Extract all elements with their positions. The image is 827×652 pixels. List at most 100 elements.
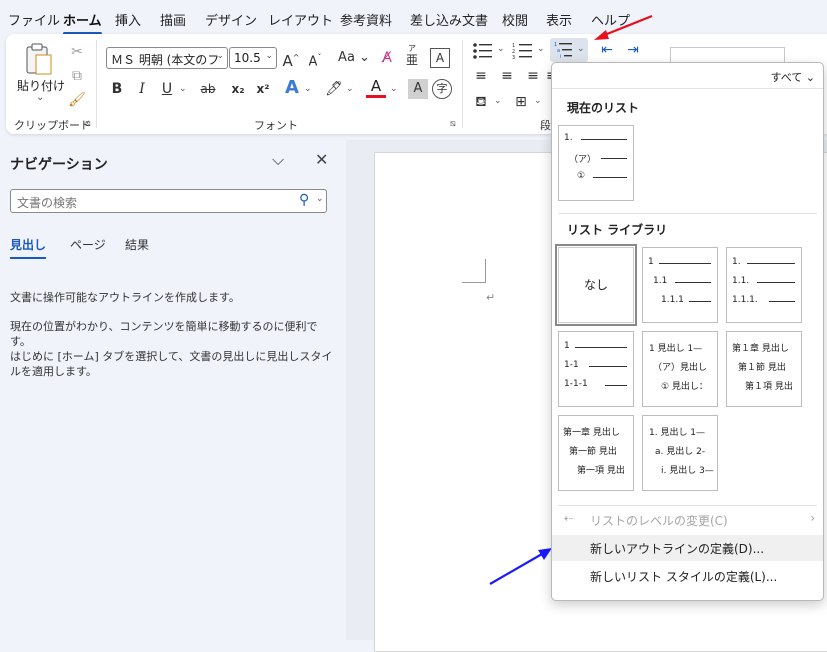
menu-view[interactable]: 表示 — [546, 10, 572, 29]
borders-icon[interactable]: ⊞ — [512, 92, 530, 112]
filter-dropdown[interactable]: すべて ⌄ — [770, 69, 815, 85]
clipboard-launcher-icon[interactable]: ⧅ — [85, 119, 91, 129]
change-list-level-item[interactable]: ⇠ リストのレベルの変更(C) › — [552, 507, 823, 533]
menu-insert[interactable]: 挿入 — [115, 10, 141, 29]
nav-help-text-2: 現在の位置がわかり、コンテンツを簡単に移動するのに便利です。 — [10, 320, 318, 348]
align-left-icon[interactable]: ≡ — [472, 66, 490, 86]
font-launcher-icon[interactable]: ⧅ — [450, 119, 456, 129]
list-library-tile[interactable]: 1 見出し 1— （ア）見出し ① 見出し： — [642, 331, 718, 407]
filter-label: すべて — [770, 71, 803, 84]
tile-line — [593, 177, 627, 178]
grow-font-icon[interactable]: A^ — [282, 48, 300, 70]
ruby-icon[interactable]: ア 亜 — [404, 44, 420, 67]
align-right-icon[interactable]: ≡ — [524, 66, 542, 86]
chevron-down-icon[interactable]: ⌄ — [494, 96, 502, 106]
underline-button[interactable]: U — [159, 79, 175, 99]
tile-level-3: 1.1.1. — [732, 295, 758, 305]
clipboard-group-label: クリップボード — [14, 119, 91, 132]
paste-icon[interactable] — [24, 42, 54, 78]
highlight-icon[interactable]: 🖊 — [324, 79, 344, 99]
current-list-tile[interactable]: 1. （ア） ① — [558, 125, 634, 201]
tile-level-1: 第１章 見出し — [732, 344, 789, 354]
chevron-down-icon[interactable]: ⌵ — [272, 150, 284, 170]
menu-design[interactable]: デザイン — [205, 10, 257, 29]
superscript-button[interactable]: x² — [253, 79, 273, 99]
chevron-down-icon[interactable]: ⌄ — [346, 84, 354, 94]
divider — [558, 505, 817, 506]
font-group-label: フォント — [254, 119, 298, 132]
subscript-button[interactable]: x₂ — [228, 79, 248, 99]
nav-help-text-1: 文書に操作可能なアウトラインを作成します。 — [10, 291, 240, 304]
align-center-icon[interactable]: ≡ — [498, 66, 516, 86]
strikethrough-button[interactable]: ab — [198, 79, 218, 99]
chevron-down-icon[interactable]: ⌄ — [304, 84, 312, 94]
define-new-multilevel-list-label: 新しいアウトラインの定義(D)... — [590, 542, 765, 556]
nav-help-text-3: はじめに [ホーム] タブを選択して、文書の見出しに見出しスタイルを適用します。 — [10, 350, 333, 378]
search-icon[interactable]: ⚲ — [299, 192, 309, 208]
format-painter-icon[interactable]: 🖌 — [68, 90, 86, 110]
shrink-font-icon[interactable]: Aˇ — [306, 48, 324, 69]
tile-line — [757, 282, 795, 283]
multilevel-list-button[interactable]: 1 a i ⌄ — [550, 38, 588, 62]
list-library-tile[interactable]: 1. 見出し 1— a. 見出し 2- i. 見出し 3— — [642, 415, 718, 491]
chevron-down-icon[interactable]: ⌄ — [537, 44, 545, 54]
define-new-list-style-item[interactable]: 新しいリスト スタイルの定義(L)... — [552, 563, 823, 589]
define-new-multilevel-list-item[interactable]: 新しいアウトラインの定義(D)... — [552, 535, 823, 561]
list-library-tile[interactable]: 1. 1.1. 1.1.1. — [726, 247, 802, 323]
tile-level-1: 1 — [648, 257, 654, 267]
font-name-combo[interactable]: ＭＳ 明朝 (本文のフ ⌄ — [106, 47, 228, 69]
copy-icon[interactable]: ⧉ — [68, 66, 86, 86]
tile-line — [601, 158, 627, 159]
chevron-down-icon[interactable]: ⌄ — [534, 96, 542, 106]
tile-line — [581, 139, 627, 140]
tile-level-1: 1 — [564, 341, 570, 351]
menu-file[interactable]: ファイル — [8, 10, 60, 29]
text-effects-icon[interactable]: A — [282, 78, 302, 98]
close-icon[interactable]: ✕ — [315, 150, 328, 169]
chevron-down-icon[interactable]: ⌄ — [390, 84, 398, 94]
menu-home[interactable]: ホーム — [63, 10, 102, 35]
bold-button[interactable]: B — [109, 79, 125, 99]
tile-level-2: 1.1. — [732, 276, 750, 286]
menu-references[interactable]: 参考資料 — [340, 10, 392, 29]
paste-dropdown-icon[interactable]: ⌄ — [36, 92, 44, 103]
list-library-tile[interactable]: 第一章 見出し 第一節 見出 第一項 見出 — [558, 415, 634, 491]
menu-layout[interactable]: レイアウト — [268, 10, 333, 29]
tile-level-1: 1. — [732, 257, 741, 267]
list-none-label: なし — [583, 278, 608, 292]
list-library-tile[interactable]: 1 1.1 1.1.1 — [642, 247, 718, 323]
list-library-tile[interactable]: 1 1-1 1-1-1 — [558, 331, 634, 407]
list-none-tile[interactable]: なし — [555, 244, 637, 326]
tab-pages[interactable]: ページ — [70, 236, 106, 253]
divider — [96, 40, 97, 128]
enclose-char-button[interactable]: 字 — [432, 79, 452, 99]
ruby-kanji: 亜 — [405, 53, 418, 67]
popup-filter-row: すべて ⌄ — [552, 63, 823, 89]
clear-format-icon[interactable]: A̸ — [378, 48, 396, 68]
tab-headings[interactable]: 見出し — [10, 236, 47, 259]
tile-level-2: （ア）見出し — [653, 363, 708, 373]
bullets-icon[interactable] — [472, 42, 494, 60]
chevron-down-icon[interactable]: ⌄ — [316, 194, 324, 204]
menu-mailings[interactable]: 差し込み文書 — [410, 10, 488, 29]
nav-search-input[interactable]: 文書の検索 ⚲ ⌄ — [10, 189, 327, 213]
change-case-button[interactable]: Aa ⌄ — [336, 48, 372, 68]
menu-review[interactable]: 校閲 — [502, 10, 528, 29]
chevron-down-icon[interactable]: ⌄ — [179, 84, 187, 94]
shading-icon[interactable]: ⛾ — [472, 92, 490, 112]
numbering-icon[interactable]: 123 — [512, 42, 534, 60]
define-new-list-style-label: 新しいリスト スタイルの定義(L)... — [590, 570, 778, 584]
menu-draw[interactable]: 描画 — [160, 10, 186, 29]
tile-level-3: i. 見出し 3— — [661, 466, 714, 476]
font-color-icon[interactable]: A — [366, 77, 386, 99]
char-shading-icon[interactable]: A — [408, 79, 428, 99]
chevron-down-icon[interactable]: ⌄ — [497, 44, 505, 54]
tile-line — [769, 301, 795, 302]
char-border-icon[interactable]: A — [430, 48, 450, 68]
font-size-combo[interactable]: 10.5 ⌄ — [229, 47, 277, 69]
tab-results[interactable]: 結果 — [125, 236, 149, 253]
list-library-tile[interactable]: 第１章 見出し 第１節 見出 第１項 見出 — [726, 331, 802, 407]
italic-button[interactable]: I — [134, 79, 150, 99]
nav-title: ナビゲーション — [10, 157, 108, 173]
cut-icon[interactable]: ✂ — [68, 42, 86, 62]
